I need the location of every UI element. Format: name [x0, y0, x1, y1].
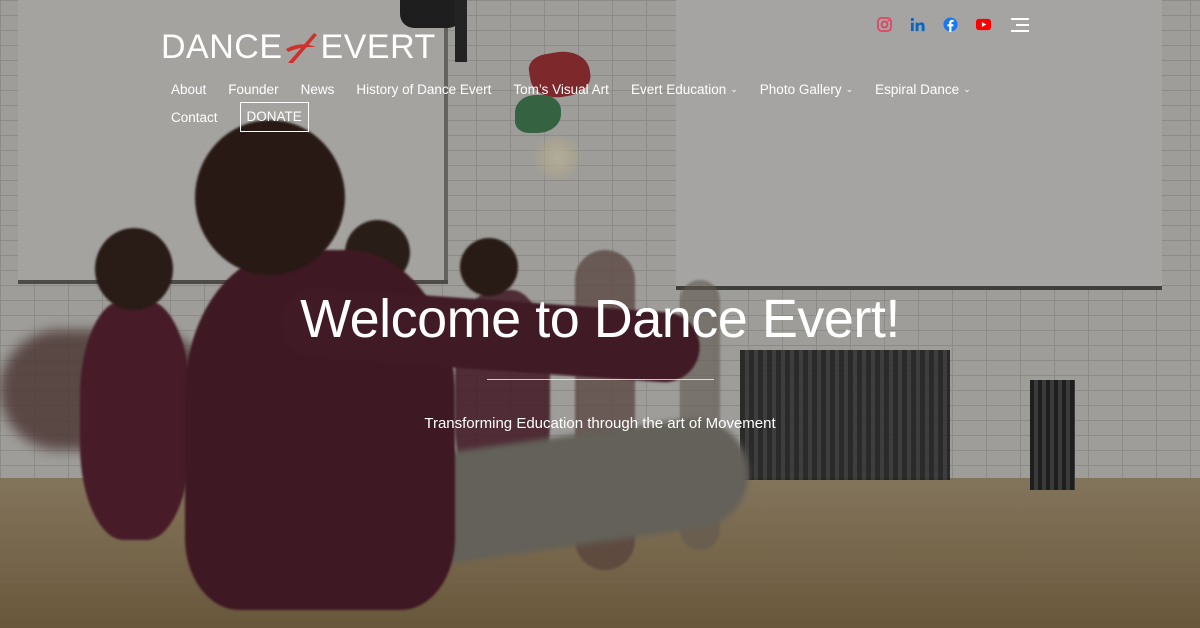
- nav-row-1: About Founder News History of Dance Ever…: [171, 79, 1011, 99]
- donate-button[interactable]: DONATE: [239, 102, 309, 132]
- nav-item-label: Espiral Dance: [875, 81, 960, 97]
- hero-divider: [487, 379, 714, 380]
- nav-item-news[interactable]: News: [301, 82, 335, 97]
- instagram-icon[interactable]: [874, 14, 894, 34]
- chevron-down-icon: ⌄: [963, 83, 971, 94]
- nav-item-visual-art[interactable]: Tom’s Visual Art: [513, 82, 609, 97]
- nav-item-evert-education[interactable]: Evert Education ⌄: [631, 82, 738, 97]
- nav-item-label: Evert Education: [630, 81, 727, 97]
- main-navigation: About Founder News History of Dance Ever…: [171, 79, 1011, 132]
- chevron-down-icon: ⌄: [845, 83, 854, 94]
- nav-item-label: History of Dance Evert: [356, 81, 492, 97]
- hero-title: Welcome to Dance Evert!: [300, 289, 900, 349]
- youtube-icon[interactable]: [973, 14, 993, 34]
- site-logo[interactable]: DANCE EVERT: [161, 26, 436, 68]
- facebook-icon[interactable]: [940, 14, 960, 34]
- logo-word-dance: DANCE: [161, 28, 283, 66]
- nav-item-label: Contact: [171, 109, 218, 125]
- nav-item-contact[interactable]: Contact: [171, 110, 218, 125]
- menu-toggle-icon[interactable]: [1011, 18, 1029, 32]
- nav-item-label: Founder: [228, 81, 279, 97]
- menu-line: [1011, 30, 1029, 32]
- social-links: [874, 14, 993, 34]
- nav-row-2: Contact DONATE: [171, 102, 1011, 132]
- nav-item-about[interactable]: About: [171, 82, 206, 97]
- menu-line: [1016, 24, 1029, 26]
- nav-item-history[interactable]: History of Dance Evert: [356, 82, 491, 97]
- nav-item-founder[interactable]: Founder: [228, 82, 278, 97]
- nav-item-label: News: [300, 81, 335, 97]
- menu-line: [1011, 18, 1029, 20]
- nav-item-label: About: [171, 81, 207, 97]
- linkedin-icon[interactable]: [907, 14, 927, 34]
- hero-subtitle: Transforming Education through the art o…: [424, 415, 776, 432]
- nav-item-label: Tom’s Visual Art: [513, 81, 609, 97]
- nav-item-photo-gallery[interactable]: Photo Gallery ⌄: [760, 82, 853, 97]
- chevron-down-icon: ⌄: [730, 83, 738, 94]
- logo-word-evert: EVERT: [320, 28, 436, 66]
- nav-item-label: Photo Gallery: [759, 81, 842, 97]
- nav-item-espiral-dance[interactable]: Espiral Dance ⌄: [875, 82, 971, 97]
- dancer-mark-icon: [285, 33, 317, 63]
